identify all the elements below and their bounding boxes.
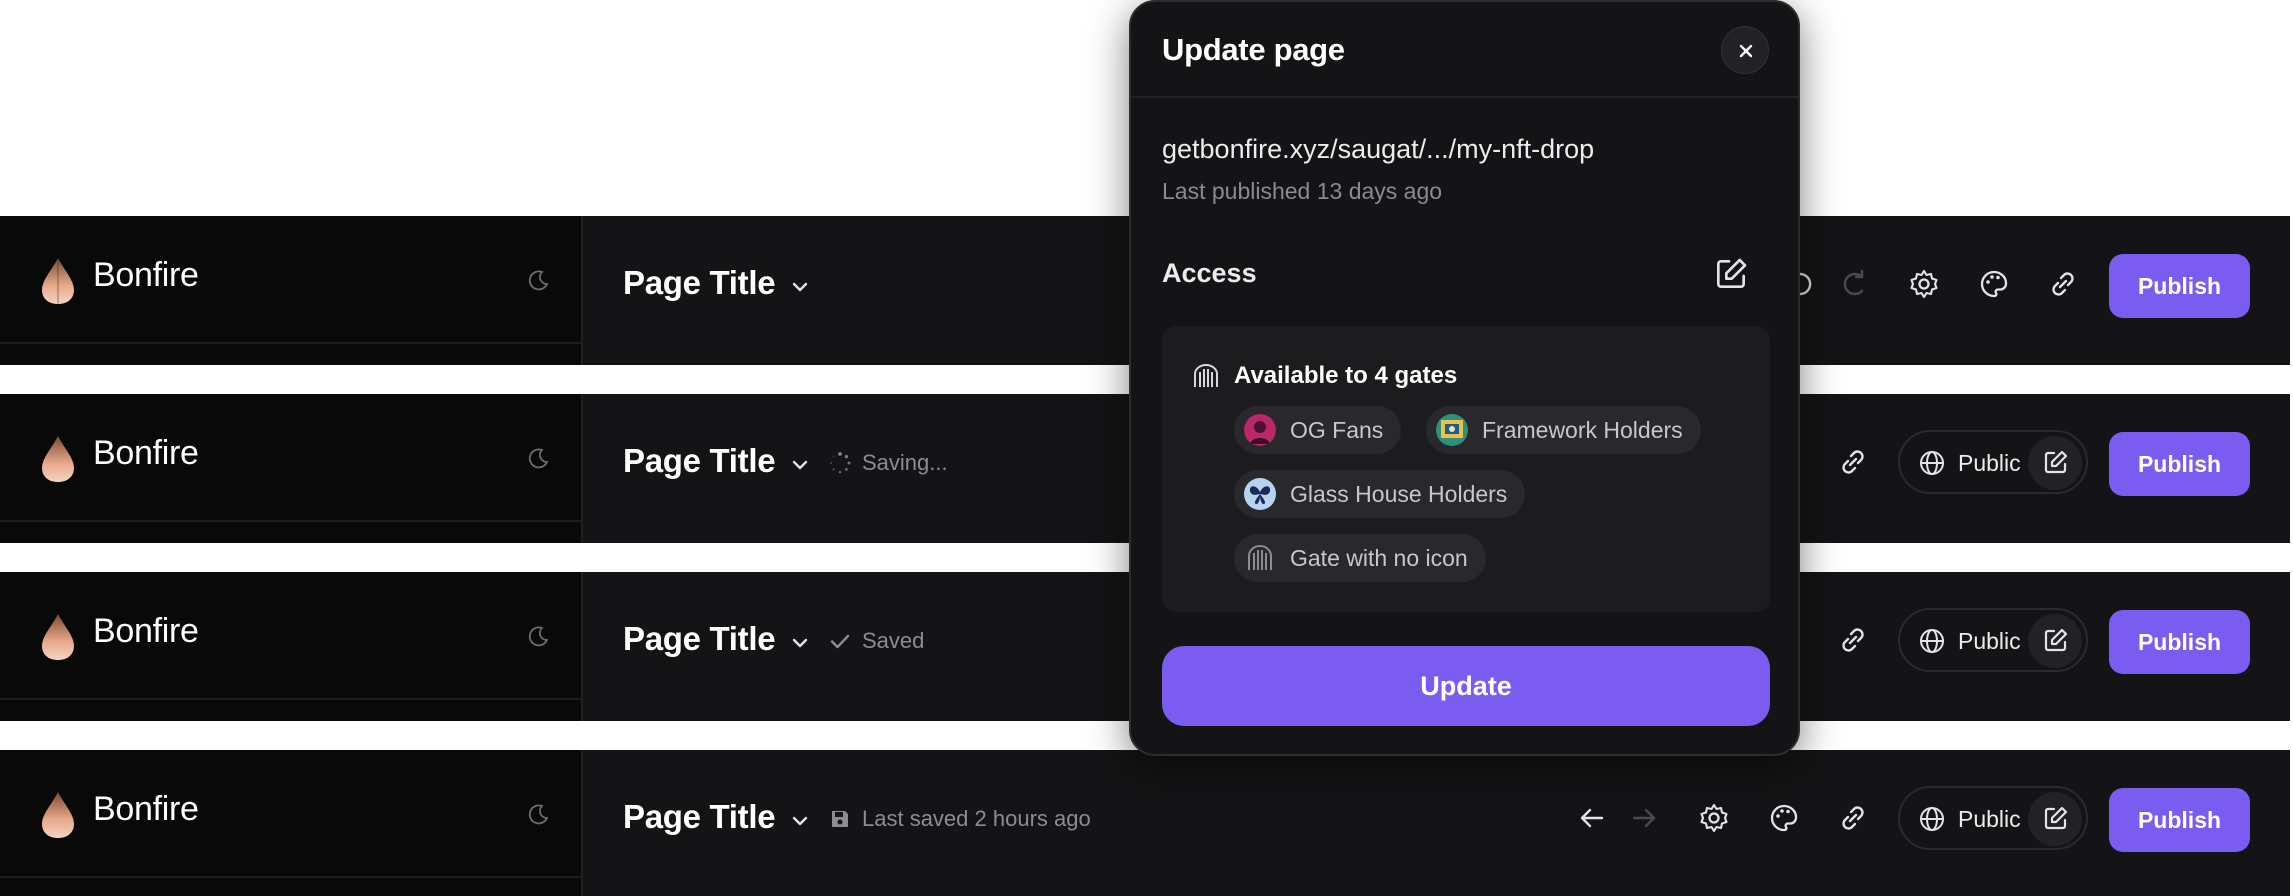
chevron-down-icon[interactable]	[788, 275, 812, 299]
framework-avatar-icon	[1436, 414, 1468, 446]
floppy-disk-icon	[832, 811, 848, 827]
divider	[0, 342, 581, 344]
redo-arrow-icon[interactable]	[1627, 801, 1661, 835]
chevron-down-icon[interactable]	[788, 631, 812, 655]
gate-label: OG Fans	[1290, 416, 1384, 443]
page-title[interactable]: Page Title	[623, 442, 776, 480]
status-text: Saved	[862, 628, 925, 653]
update-button[interactable]: Update	[1162, 646, 1770, 726]
gate-label: Glass House Holders	[1290, 480, 1508, 507]
link-icon[interactable]	[1836, 445, 1870, 479]
gate-chip-no-icon[interactable]: Gate with no icon	[1234, 534, 1486, 582]
close-icon	[1739, 44, 1753, 58]
brand-name: Bonfire	[93, 612, 199, 650]
status-text: Saving...	[862, 450, 948, 475]
saved-status: Saved	[828, 628, 924, 654]
gate-icon	[1194, 364, 1218, 387]
publish-button[interactable]: Publish	[2109, 432, 2250, 496]
edit-icon	[2044, 628, 2068, 652]
glass-house-avatar-icon	[1244, 478, 1276, 510]
gates-header: Available to 4 gates	[1192, 362, 1457, 390]
gate-chip-framework[interactable]: Framework Holders	[1426, 406, 1701, 454]
visibility-toggle[interactable]: Public	[1898, 430, 2088, 494]
saving-status: Saving...	[828, 450, 948, 476]
page-title[interactable]: Page Title	[623, 620, 776, 658]
gates-title: Available to 4 gates	[1234, 362, 1458, 389]
gate-label: Framework Holders	[1482, 416, 1683, 443]
edit-icon[interactable]	[1713, 256, 1749, 292]
close-button[interactable]	[1721, 26, 1769, 74]
gate-label: Gate with no icon	[1290, 544, 1468, 571]
sidebar-header: Bonfire	[0, 750, 583, 896]
link-icon[interactable]	[2046, 267, 2080, 301]
globe-icon	[1920, 629, 1944, 653]
divider	[0, 698, 581, 700]
last-published: Last published 13 days ago	[1162, 178, 1443, 204]
gates-panel: Available to 4 gates OG Fans Framework H…	[1162, 326, 1770, 612]
divider	[0, 876, 581, 878]
gear-icon[interactable]	[1907, 267, 1941, 301]
edit-access-button[interactable]	[2028, 614, 2082, 668]
moon-icon[interactable]	[526, 625, 550, 649]
public-label: Public	[1958, 806, 2021, 832]
link-icon[interactable]	[1836, 801, 1870, 835]
visibility-toggle[interactable]: Public	[1898, 608, 2088, 672]
divider	[0, 520, 581, 522]
chevron-down-icon[interactable]	[788, 809, 812, 833]
header-bar-4: Bonfire Page Title Last saved 2 hours ag…	[0, 750, 2290, 896]
visibility-toggle[interactable]: Public	[1898, 786, 2088, 850]
globe-icon	[1920, 807, 1944, 831]
divider	[1131, 96, 1798, 98]
publish-button[interactable]: Publish	[2109, 254, 2250, 318]
link-icon[interactable]	[1836, 623, 1870, 657]
chevron-down-icon[interactable]	[788, 453, 812, 477]
bonfire-logo-icon[interactable]	[38, 256, 78, 306]
last-saved-status: Last saved 2 hours ago	[828, 806, 1091, 832]
access-label: Access	[1162, 258, 1257, 288]
brand-name: Bonfire	[93, 790, 199, 828]
moon-icon[interactable]	[526, 447, 550, 471]
edit-icon	[2044, 450, 2068, 474]
edit-access-button[interactable]	[2028, 792, 2082, 846]
edit-icon	[2044, 806, 2068, 830]
update-page-modal: Update page getbonfire.xyz/saugat/.../my…	[1129, 0, 1800, 756]
moon-icon[interactable]	[526, 269, 550, 293]
sidebar-header: Bonfire	[0, 216, 583, 365]
gate-icon	[1248, 545, 1272, 570]
bonfire-logo-icon[interactable]	[38, 434, 78, 484]
undo-arrow-icon[interactable]	[1575, 801, 1609, 835]
gear-icon[interactable]	[1697, 801, 1731, 835]
bonfire-logo-icon[interactable]	[38, 612, 78, 662]
status-text: Last saved 2 hours ago	[862, 806, 1091, 831]
globe-icon	[1920, 451, 1944, 475]
bonfire-logo-icon[interactable]	[38, 790, 78, 840]
sidebar-header: Bonfire	[0, 394, 583, 543]
publish-button[interactable]: Publish	[2109, 788, 2250, 852]
redo-icon[interactable]	[1838, 267, 1872, 301]
modal-title: Update page	[1162, 32, 1345, 67]
palette-icon[interactable]	[1977, 267, 2011, 301]
edit-access-button[interactable]	[2028, 436, 2082, 490]
page-title[interactable]: Page Title	[623, 798, 776, 836]
brand-name: Bonfire	[93, 256, 199, 294]
public-label: Public	[1958, 450, 2021, 476]
gate-chip-glass-house[interactable]: Glass House Holders	[1234, 470, 1526, 518]
og-fans-avatar-icon	[1244, 414, 1276, 446]
spinner-icon	[829, 452, 851, 474]
brand-name: Bonfire	[93, 434, 199, 472]
gate-chip-og-fans[interactable]: OG Fans	[1234, 406, 1402, 454]
sidebar-header: Bonfire	[0, 572, 583, 721]
page-title[interactable]: Page Title	[623, 264, 776, 302]
page-url: getbonfire.xyz/saugat/.../my-nft-drop	[1162, 134, 1595, 164]
publish-button[interactable]: Publish	[2109, 610, 2250, 674]
palette-icon[interactable]	[1767, 801, 1801, 835]
public-label: Public	[1958, 628, 2021, 654]
check-icon	[830, 634, 850, 649]
moon-icon[interactable]	[526, 803, 550, 827]
